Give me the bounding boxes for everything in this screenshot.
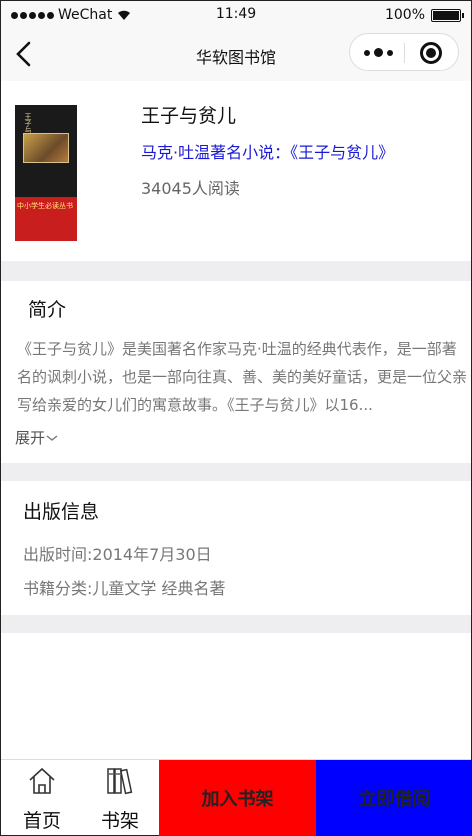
battery-label: 100% (384, 7, 425, 23)
bottom-tab-bar: 首页 书架 加入书架 立即借阅 (1, 759, 472, 836)
section-divider (1, 615, 471, 633)
tab-bookshelf[interactable]: 书架 (81, 760, 159, 836)
close-circle-icon[interactable] (420, 42, 442, 64)
borrow-now-button[interactable]: 立即借阅 (316, 760, 472, 836)
navigation-bar: 华软图书馆 (1, 29, 471, 81)
tab-home[interactable]: 首页 (3, 760, 81, 836)
cover-illustration (23, 133, 69, 163)
publish-info-section: 出版信息 出版时间:2014年7月30日 书籍分类:儿童文学 经典名著 (1, 481, 471, 615)
cover-series: 中小学生必读丛书 (17, 202, 73, 210)
publish-date: 出版时间:2014年7月30日 (23, 545, 212, 564)
book-cover-image: 王子与贫儿 中小学生必读丛书 (15, 105, 77, 241)
more-icon[interactable] (364, 48, 393, 57)
intro-text: 《王子与贫儿》是美国著名作家马克·吐温的经典代表作，是一部著名的讽刺小说，也是一… (17, 340, 468, 414)
publish-heading: 出版信息 (23, 501, 100, 523)
mini-program-capsule (349, 33, 459, 71)
expand-label: 展开 (15, 429, 46, 447)
status-bar: WeChat 11:49 100% (1, 1, 471, 29)
book-subtitle: 马克·吐温著名小说：《王子与贫儿》 (141, 143, 395, 162)
section-divider (1, 261, 471, 281)
battery-group: 100% (384, 7, 464, 23)
battery-icon (431, 8, 464, 22)
add-to-shelf-button[interactable]: 加入书架 (159, 760, 316, 836)
tab-home-label: 首页 (22, 810, 61, 832)
tab-bookshelf-label: 书架 (100, 810, 139, 832)
chevron-down-icon (46, 435, 58, 441)
cover-band: 中小学生必读丛书 (15, 197, 77, 241)
bookshelf-icon (107, 768, 133, 795)
read-count: 34045人阅读 (141, 179, 240, 198)
book-header: 王子与贫儿 中小学生必读丛书 王子与贫儿 马克·吐温著名小说：《王子与贫儿》 3… (1, 81, 471, 261)
expand-link[interactable]: 展开 (15, 427, 59, 448)
book-title: 王子与贫儿 (141, 105, 237, 127)
home-icon (29, 767, 55, 794)
intro-heading: 简介 (28, 299, 67, 321)
capsule-divider (404, 43, 405, 63)
book-category: 书籍分类:儿童文学 经典名著 (23, 579, 226, 598)
section-divider (1, 463, 471, 481)
intro-section: 简介 《王子与贫儿》是美国著名作家马克·吐温的经典代表作，是一部著名的讽刺小说，… (1, 281, 471, 463)
